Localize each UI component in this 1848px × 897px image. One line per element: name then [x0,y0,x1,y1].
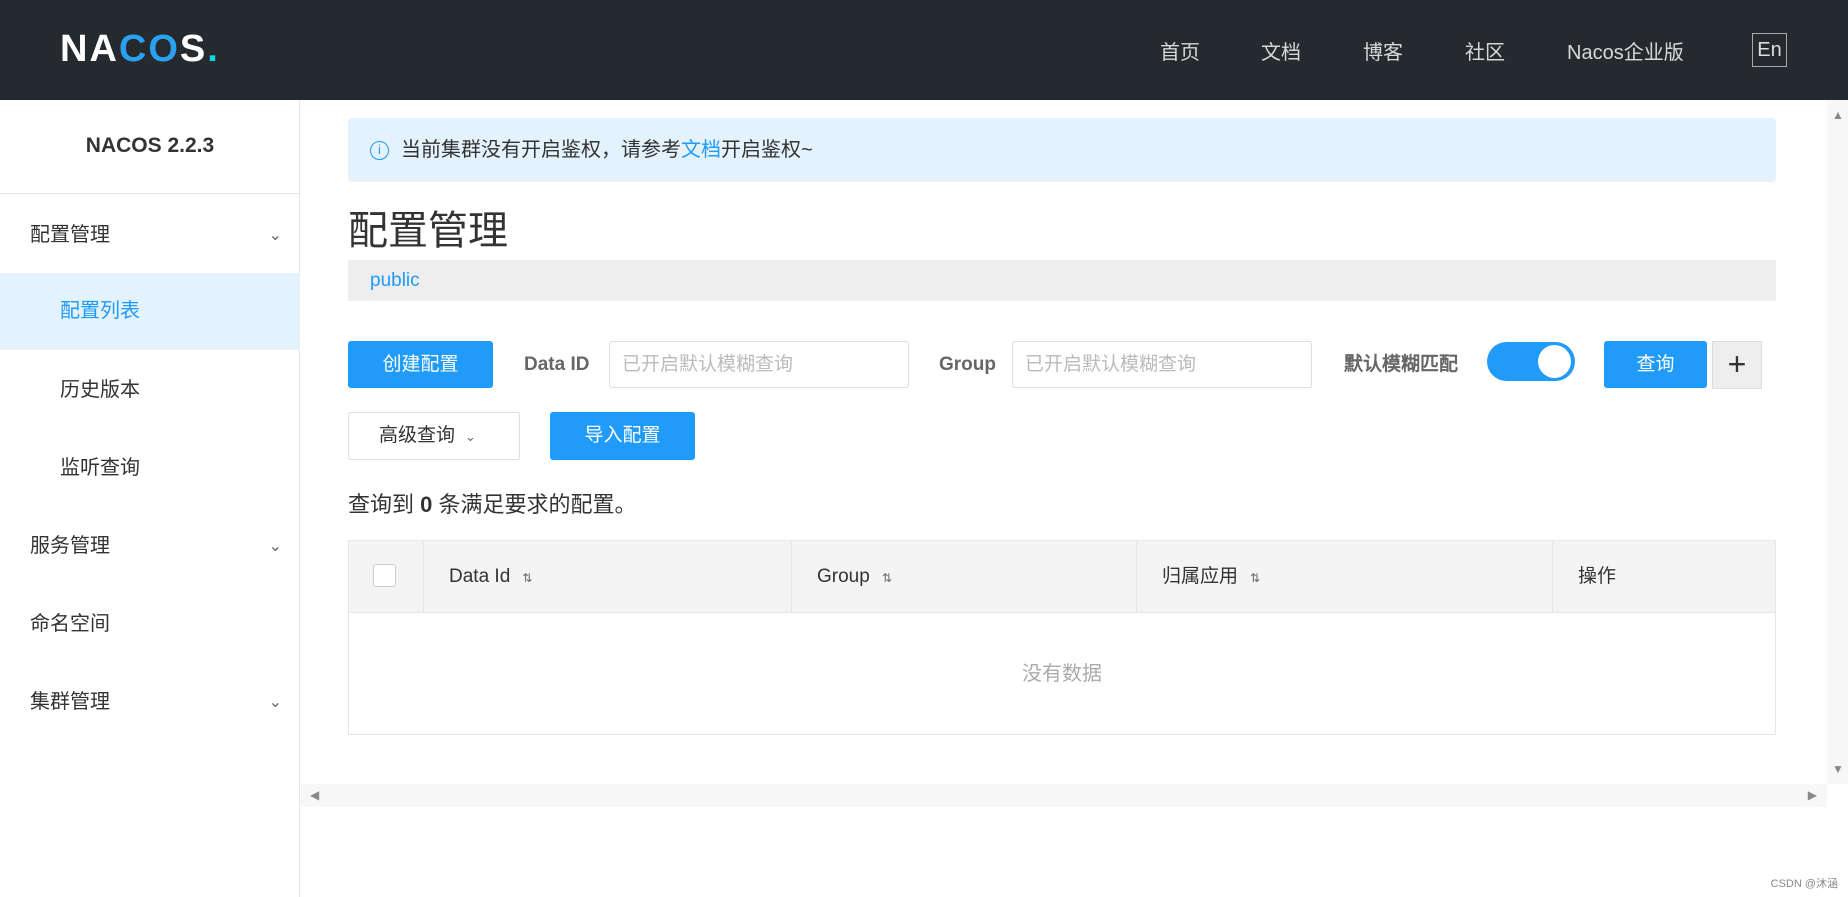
auth-notice: i 当前集群没有开启鉴权，请参考文档开启鉴权~ [348,118,1776,182]
column-header-actions: 操作 [1553,541,1775,613]
sidebar-item-config-list[interactable]: 配置列表 [0,273,300,350]
sidebar-item-label: 集群管理 [30,691,110,713]
namespace-tab-public[interactable]: public [348,260,1776,301]
query-button[interactable]: 查询 [1604,341,1707,388]
select-all-header [349,541,424,613]
sidebar-item-service-management[interactable]: 服务管理 ⌄ [0,508,300,585]
data-id-input[interactable]: 已开启默认模糊查询 [609,341,909,388]
column-header-data-id[interactable]: Data Id ⇅ [424,541,792,613]
notice-text: 当前集群没有开启鉴权，请参考 [401,139,681,161]
nav-home[interactable]: 首页 [1160,36,1200,65]
sidebar-item-namespace[interactable]: 命名空间 [0,586,300,663]
horizontal-scrollbar[interactable]: ◀ ▶ [300,784,1827,807]
sidebar: NACOS 2.2.3 配置管理 ⌄ 配置列表 历史版本 监听查询 服务管理 ⌄ 命… [0,100,300,897]
notice-text-end: 开启鉴权~ [721,139,813,161]
column-label: Group [817,566,870,587]
select-all-checkbox[interactable] [373,564,396,587]
fuzzy-match-label: 默认模糊匹配 [1344,354,1459,375]
sort-icon[interactable]: ⇅ [1250,571,1260,585]
scroll-right-icon[interactable]: ▶ [1808,788,1817,802]
sidebar-item-history[interactable]: 历史版本 [0,352,300,429]
chevron-down-icon: ⌄ [268,227,282,244]
fuzzy-match-toggle[interactable] [1487,342,1575,381]
chevron-down-icon: ⌄ [268,538,282,555]
column-header-group[interactable]: Group ⇅ [792,541,1137,613]
version-label: NACOS 2.2.3 [85,134,215,157]
sort-icon[interactable]: ⇅ [522,571,532,585]
watermark: CSDN @沐涵 [1770,878,1838,890]
language-switch[interactable]: En [1752,33,1787,67]
group-label: Group [939,354,996,375]
column-label: 归属应用 [1162,566,1239,587]
create-config-button[interactable]: 创建配置 [348,341,493,388]
docs-link[interactable]: 文档 [681,139,721,161]
group-input[interactable]: 已开启默认模糊查询 [1012,341,1312,388]
column-label: Data Id [449,566,511,587]
advanced-query-button[interactable]: 高级查询 ⌄ [348,412,520,460]
scroll-left-icon[interactable]: ◀ [310,788,319,802]
sort-icon[interactable]: ⇅ [882,571,892,585]
page-title: 配置管理 [348,209,508,253]
empty-state: 没有数据 [1022,663,1102,685]
sidebar-item-config-management[interactable]: 配置管理 ⌄ [0,197,300,274]
sidebar-item-cluster-management[interactable]: 集群管理 ⌄ [0,664,300,741]
sidebar-item-label: 配置管理 [30,224,110,246]
import-config-button[interactable]: 导入配置 [550,412,695,460]
toggle-knob [1538,345,1571,378]
nacos-logo[interactable]: NACOS. [60,28,220,71]
nav-docs[interactable]: 文档 [1261,36,1301,65]
nav-blog[interactable]: 博客 [1363,36,1403,65]
nav-community[interactable]: 社区 [1465,36,1505,65]
chevron-down-icon: ⌄ [465,429,476,444]
config-table: Data Id ⇅ Group ⇅ 归属应用 ⇅ 操作 没有数据 [348,540,1776,735]
vertical-scrollbar[interactable]: ▲ ▼ [1827,100,1848,784]
result-count: 0 [420,492,433,517]
info-icon: i [370,141,389,161]
divider [0,193,300,194]
plus-icon[interactable]: + [1712,341,1762,389]
scroll-down-icon[interactable]: ▼ [1832,762,1844,776]
result-summary: 查询到 0 条满足要求的配置。 [348,487,637,519]
chevron-down-icon: ⌄ [268,694,282,711]
scroll-up-icon[interactable]: ▲ [1832,108,1844,122]
sidebar-item-label: 服务管理 [30,535,110,557]
top-header: NACOS. 首页 文档 博客 社区 Nacos企业版 En [0,0,1848,100]
sidebar-item-listener[interactable]: 监听查询 [0,430,300,507]
namespace-label[interactable]: public [370,270,420,291]
column-header-app[interactable]: 归属应用 ⇅ [1137,541,1553,613]
result-prefix: 查询到 [348,492,415,517]
advanced-query-label: 高级查询 [379,425,456,446]
data-id-label: Data ID [524,354,590,375]
result-suffix: 条满足要求的配置。 [438,492,637,517]
nav-enterprise[interactable]: Nacos企业版 [1567,36,1684,65]
